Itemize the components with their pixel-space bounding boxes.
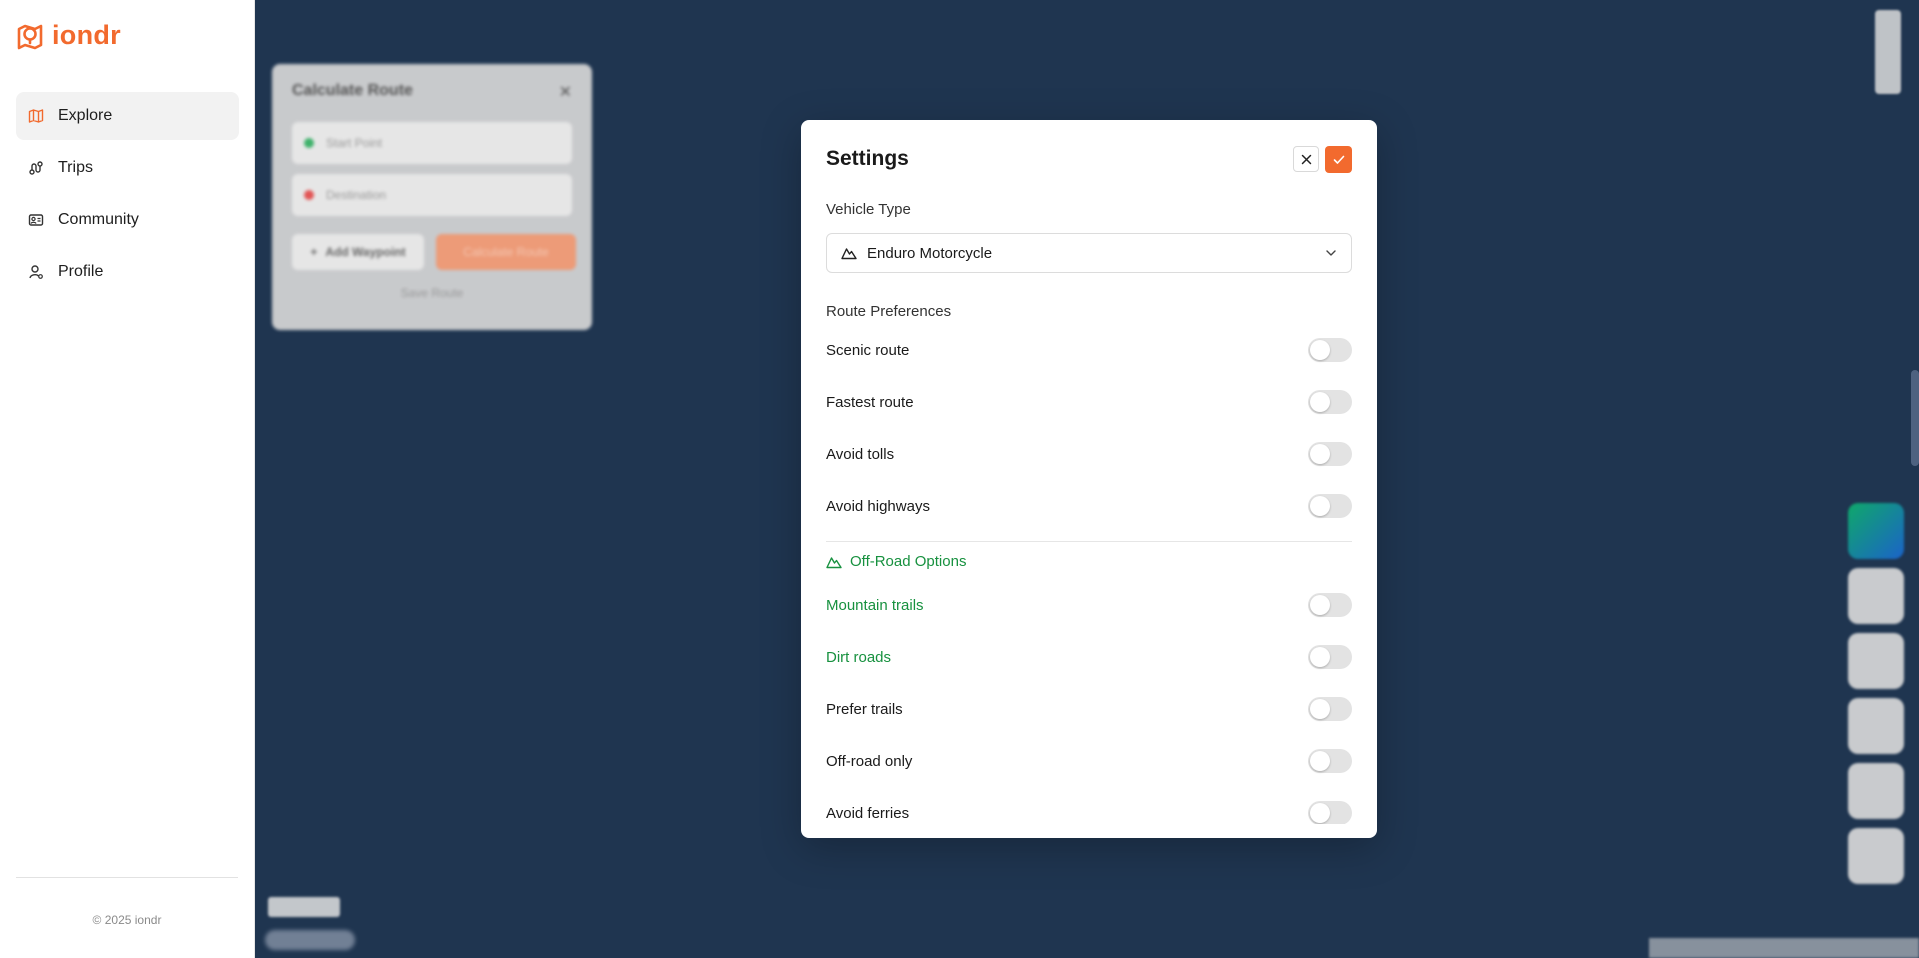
- add-waypoint-button: + Add Waypoint: [292, 234, 424, 270]
- map-attribution: [1649, 938, 1919, 958]
- user-icon: [28, 264, 44, 280]
- toggle-knob: [1310, 340, 1330, 360]
- avoid-highways-toggle[interactable]: [1308, 494, 1352, 518]
- map-scrollbar: [1911, 370, 1919, 466]
- map-action-button: [1848, 568, 1904, 624]
- modal-title: Settings: [826, 147, 909, 170]
- pref-row-avoid-highways: Avoid highways: [826, 494, 1352, 518]
- toggle-knob: [1310, 751, 1330, 771]
- offroad-row-dirt-roads: Dirt roads: [826, 645, 1352, 669]
- toggle-knob: [1310, 647, 1330, 667]
- dirt-roads-toggle[interactable]: [1308, 645, 1352, 669]
- brand-name: iondr: [52, 20, 121, 50]
- offroad-row-prefer-trails: Prefer trails: [826, 697, 1352, 721]
- pref-label: Avoid highways: [826, 497, 930, 515]
- sidebar: iondr Explore Trips Community Profile © …: [0, 0, 255, 958]
- mountain-trails-toggle[interactable]: [1308, 593, 1352, 617]
- map-action-button: [1848, 828, 1904, 884]
- offroad-label: Off-road only: [826, 752, 913, 770]
- sidebar-item-explore[interactable]: Explore: [16, 92, 239, 140]
- section-divider: [826, 541, 1352, 542]
- avoid-tolls-toggle[interactable]: [1308, 442, 1352, 466]
- pref-row-scenic: Scenic route: [826, 338, 1352, 362]
- brand-logo[interactable]: iondr: [16, 20, 121, 51]
- sidebar-item-label: Trips: [58, 159, 93, 176]
- prefer-trails-toggle[interactable]: [1308, 697, 1352, 721]
- start-point-field: Start Point: [292, 122, 572, 164]
- pref-label: Fastest route: [826, 393, 914, 411]
- map-action-stack: [1848, 503, 1904, 893]
- sidebar-item-label: Community: [58, 211, 139, 228]
- chevron-down-icon: [1325, 249, 1337, 257]
- check-icon: [1333, 155, 1345, 165]
- offroad-label: Dirt roads: [826, 648, 892, 666]
- vehicle-type-value: Enduro Motorcycle: [867, 244, 993, 262]
- map-action-button: [1848, 698, 1904, 754]
- add-waypoint-label: Add Waypoint: [325, 245, 406, 259]
- close-icon: ✕: [558, 84, 572, 101]
- route-panel-title: Calculate Route: [292, 82, 413, 99]
- map-scale: [268, 897, 340, 917]
- offroad-section-label: Off-Road Options: [850, 553, 967, 570]
- map-action-button: [1848, 763, 1904, 819]
- mountain-icon: [826, 555, 842, 569]
- destination-dot-icon: [304, 190, 314, 200]
- toggle-knob: [1310, 444, 1330, 464]
- map-pin-logo-icon: [16, 21, 44, 51]
- offroad-only-toggle[interactable]: [1308, 749, 1352, 773]
- vehicle-type-select[interactable]: Enduro Motorcycle: [826, 233, 1352, 273]
- mountain-icon: [841, 246, 857, 260]
- scenic-route-toggle[interactable]: [1308, 338, 1352, 362]
- pref-label: Scenic route: [826, 341, 910, 359]
- vehicle-type-label: Vehicle Type: [826, 201, 911, 218]
- toggle-knob: [1310, 803, 1330, 823]
- route-icon: [28, 160, 44, 176]
- pref-label: Avoid tolls: [826, 445, 895, 463]
- offroad-row-mountain-trails: Mountain trails: [826, 593, 1352, 617]
- toggle-knob: [1310, 595, 1330, 615]
- destination-field: Destination: [292, 174, 572, 216]
- close-button[interactable]: [1293, 146, 1319, 172]
- route-preferences-label: Route Preferences: [826, 303, 952, 320]
- confirm-button[interactable]: [1325, 146, 1352, 173]
- settings-scroll-area[interactable]: Vehicle Type Enduro Motorcycle Route Pre…: [826, 190, 1352, 824]
- map-action-button: [1848, 633, 1904, 689]
- pref-row-avoid-tolls: Avoid tolls: [826, 442, 1352, 466]
- sidebar-item-label: Explore: [58, 107, 113, 124]
- fastest-route-toggle[interactable]: [1308, 390, 1352, 414]
- calculate-route-button: Calculate Route: [436, 234, 576, 270]
- offroad-row-offroad-only: Off-road only: [826, 749, 1352, 773]
- pref-row-fastest: Fastest route: [826, 390, 1352, 414]
- sidebar-item-label: Profile: [58, 263, 104, 280]
- start-point-placeholder: Start Point: [326, 136, 383, 150]
- sidebar-item-profile[interactable]: Profile: [16, 248, 239, 296]
- toggle-knob: [1310, 699, 1330, 719]
- zoom-controls: [1875, 10, 1901, 94]
- route-panel: Calculate Route ✕ Start Point Destinatio…: [272, 64, 592, 330]
- start-dot-icon: [304, 138, 314, 148]
- toggle-knob: [1310, 392, 1330, 412]
- map-action-button: [1848, 503, 1904, 559]
- avoid-ferries-toggle[interactable]: [1308, 801, 1352, 824]
- destination-placeholder: Destination: [326, 188, 387, 202]
- offroad-section-header: Off-Road Options: [826, 553, 966, 570]
- sidebar-item-community[interactable]: Community: [16, 196, 239, 244]
- map-icon: [28, 108, 44, 124]
- sidebar-item-trips[interactable]: Trips: [16, 144, 239, 192]
- offroad-label: Mountain trails: [826, 596, 924, 614]
- toggle-knob: [1310, 496, 1330, 516]
- close-icon: [1301, 154, 1312, 165]
- copyright-footer: © 2025 iondr: [92, 913, 162, 927]
- offroad-row-avoid-ferries: Avoid ferries: [826, 801, 1352, 824]
- plus-icon: +: [310, 245, 318, 259]
- community-icon: [28, 212, 44, 228]
- settings-modal: Settings Vehicle Type Enduro Motorcycle …: [801, 120, 1377, 838]
- sidebar-divider: [16, 877, 238, 878]
- map-provider-logo: [265, 930, 355, 950]
- offroad-label: Avoid ferries: [826, 804, 910, 822]
- save-route-link: Save Route: [400, 286, 464, 300]
- offroad-label: Prefer trails: [826, 700, 903, 718]
- sidebar-nav: Explore Trips Community Profile: [16, 92, 239, 300]
